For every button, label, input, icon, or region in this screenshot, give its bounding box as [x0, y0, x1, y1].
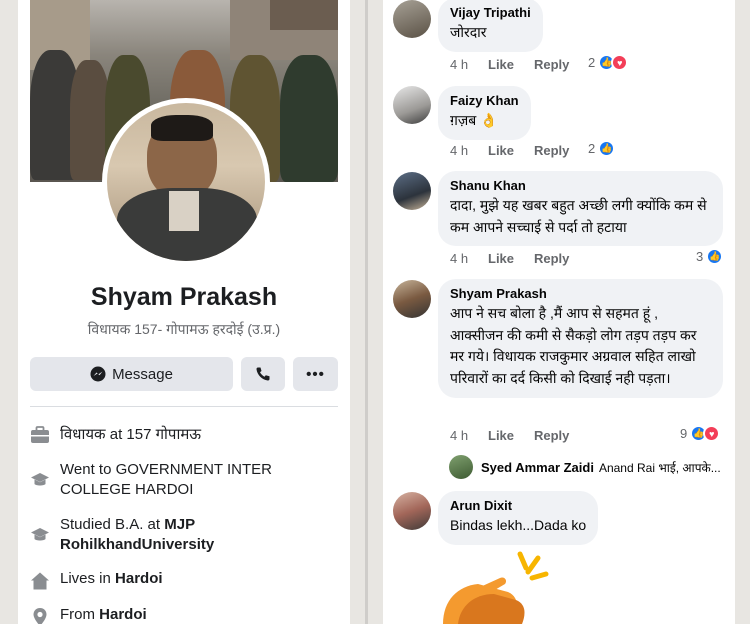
- reply-button[interactable]: Reply: [534, 57, 569, 72]
- like-reaction-icon: 👍: [706, 248, 724, 265]
- detail-college: Studied B.A. at MJP RohilkhandUniversity: [30, 515, 340, 554]
- comment-author[interactable]: Shyam Prakash: [450, 286, 711, 301]
- message-button-label: Message: [112, 365, 173, 383]
- detail-lives: Lives in Hardoi: [30, 570, 340, 591]
- like-button[interactable]: Like: [488, 428, 534, 443]
- comment-time: 4 h: [450, 57, 469, 72]
- love-reaction-icon: ♥: [611, 54, 629, 71]
- reaction-count: 2: [588, 55, 596, 70]
- comment-bubble: Vijay Tripathi जोरदार: [438, 0, 543, 52]
- reply-button[interactable]: Reply: [534, 251, 569, 266]
- reply-preview[interactable]: Syed Ammar Zaidi Anand Rai भाई, आपके...: [449, 455, 721, 479]
- detail-college-prefix: Studied B.A. at: [60, 516, 165, 533]
- comment-bubble: Arun Dixit Bindas lekh...Dada ko: [438, 491, 599, 545]
- avatar[interactable]: [393, 0, 431, 38]
- detail-work-text: विधायक at 157 गोपामऊ: [60, 426, 202, 443]
- clap-icon: [443, 551, 549, 624]
- comment-text: Bindas lekh...Dada ko: [450, 517, 587, 533]
- graduation-cap-icon: [31, 473, 49, 486]
- like-reaction-icon: 👍: [598, 140, 616, 157]
- panel-separator: [365, 0, 368, 624]
- location-pin-icon: [33, 608, 47, 624]
- reaction-summary[interactable]: 2 👍: [588, 140, 616, 157]
- comment-text: ग़ज़ब 👌: [450, 112, 498, 128]
- phone-icon: [256, 367, 270, 381]
- detail-from-prefix: From: [60, 606, 100, 623]
- comment-author[interactable]: Faizy Khan: [450, 93, 519, 108]
- comment-text: जोरदार: [450, 24, 487, 40]
- detail-school: Went to GOVERNMENT INTER COLLEGE HARDOI: [30, 460, 340, 499]
- comment-text: आप ने सच बोला है ,मैं आप से सहमत हूं , आ…: [450, 305, 697, 387]
- reaction-summary[interactable]: 3 👍: [696, 248, 724, 265]
- briefcase-icon: [31, 426, 49, 443]
- reaction-count: 9: [680, 426, 688, 441]
- comment-time: 4 h: [450, 251, 469, 266]
- message-button[interactable]: Message: [30, 357, 233, 391]
- home-icon: [31, 572, 49, 590]
- more-dots-icon: •••: [306, 365, 325, 383]
- comment-actions: 4 h Like Reply: [450, 57, 569, 72]
- avatar: [449, 455, 473, 479]
- call-button[interactable]: [241, 357, 285, 391]
- comment-time: 4 h: [450, 143, 469, 158]
- comments-panel: Vijay Tripathi जोरदार 4 h Like Reply 2 👍…: [383, 0, 735, 624]
- comment-author[interactable]: Vijay Tripathi: [450, 5, 531, 20]
- profile-name: Shyam Prakash: [90, 283, 278, 311]
- detail-work: विधायक at 157 गोपामऊ: [30, 424, 340, 445]
- comment-text: दादा, मुझे यह खबर बहुत अच्छी लगी क्योंकि…: [450, 197, 707, 235]
- profile-panel: Shyam Prakash विधायक 157- गोपामऊ हरदोई (…: [18, 0, 350, 624]
- comment-author[interactable]: Arun Dixit: [450, 498, 586, 513]
- reaction-count: 2: [588, 141, 596, 156]
- comment-bubble: Shyam Prakash आप ने सच बोला है ,मैं आप स…: [438, 279, 723, 398]
- comment-bubble: Shanu Khan दादा, मुझे यह खबर बहुत अच्छी …: [438, 171, 723, 247]
- messenger-icon: [90, 366, 106, 382]
- graduation-cap-icon: [31, 528, 49, 541]
- comment-bubble: Faizy Khan ग़ज़ब 👌: [438, 86, 531, 140]
- avatar[interactable]: [393, 492, 431, 530]
- detail-lives-prefix: Lives in: [60, 570, 116, 587]
- comment-author[interactable]: Shanu Khan: [450, 178, 711, 193]
- comment-time: 4 h: [450, 428, 469, 443]
- more-options-button[interactable]: •••: [293, 357, 338, 391]
- like-button[interactable]: Like: [488, 251, 534, 266]
- reply-button[interactable]: Reply: [534, 428, 569, 443]
- comment-actions: 4 h Like Reply: [450, 143, 569, 158]
- divider: [30, 406, 338, 407]
- avatar[interactable]: [393, 172, 431, 210]
- profile-subtitle: विधायक 157- गोपामऊ हरदोई (उ.प्र.): [87, 321, 281, 337]
- avatar[interactable]: [393, 280, 431, 318]
- comment-actions: 4 h Like Reply: [450, 251, 569, 266]
- like-button[interactable]: Like: [488, 57, 534, 72]
- reply-author[interactable]: Syed Ammar Zaidi: [481, 460, 594, 475]
- profile-avatar[interactable]: [102, 98, 270, 266]
- reaction-summary[interactable]: 9 👍 ♥: [680, 425, 721, 442]
- reply-button[interactable]: Reply: [534, 143, 569, 158]
- love-reaction-icon: ♥: [703, 425, 721, 442]
- reply-snippet: Anand Rai भाई, आपके...: [598, 460, 721, 475]
- clapping-hands-sticker: [438, 548, 558, 624]
- detail-lives-place[interactable]: Hardoi: [115, 570, 163, 587]
- detail-school-text: Went to GOVERNMENT INTER COLLEGE HARDOI: [60, 461, 272, 498]
- reaction-count: 3: [696, 249, 704, 264]
- reaction-summary[interactable]: 2 👍 ♥: [588, 54, 629, 71]
- like-button[interactable]: Like: [488, 143, 534, 158]
- comment-actions: 4 h Like Reply: [450, 428, 569, 443]
- detail-from: From Hardoi: [30, 606, 340, 624]
- detail-from-place[interactable]: Hardoi: [99, 606, 147, 623]
- avatar[interactable]: [393, 86, 431, 124]
